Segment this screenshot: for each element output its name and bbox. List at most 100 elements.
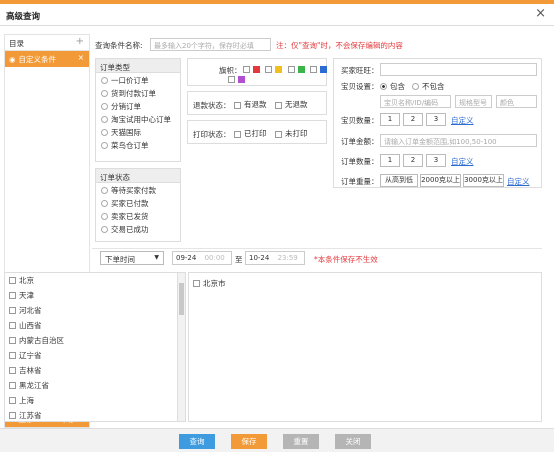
weight-button[interactable]: 3000克以上 bbox=[463, 174, 504, 187]
flag-checkbox[interactable] bbox=[228, 75, 235, 83]
green-flag-icon bbox=[297, 65, 305, 73]
weight-button[interactable]: 2000克以上 bbox=[420, 174, 461, 187]
order-type-group: 订单类型 一口价订单 货到付款订单 分销订单 淘宝试用中心订单 天猫国际 菜鸟仓… bbox=[95, 58, 181, 162]
refund-option[interactable]: 无退款 bbox=[275, 99, 308, 110]
weight-custom-link[interactable]: 自定义 bbox=[507, 176, 530, 187]
province-item[interactable]: 吉林省 bbox=[5, 363, 185, 378]
save-button[interactable]: 保存 bbox=[231, 434, 267, 449]
flags-group: 旗帜： bbox=[187, 58, 330, 86]
amount-input[interactable]: 请输入订单金额范围,如100,50-100 bbox=[380, 134, 537, 147]
province-item[interactable]: 北京 bbox=[5, 273, 185, 288]
print-option[interactable]: 未打印 bbox=[275, 128, 308, 139]
print-group: 打印状态： 已打印 未打印 bbox=[187, 120, 327, 144]
query-button[interactable]: 查询 bbox=[179, 434, 215, 449]
flag-checkbox[interactable] bbox=[265, 65, 273, 73]
order-type-option[interactable]: 天猫国际 bbox=[96, 126, 180, 139]
order-type-option[interactable]: 货到付款订单 bbox=[96, 87, 180, 100]
condition-note: 注：仅"查询"时，不会保存编辑的内容 bbox=[276, 41, 403, 50]
province-item[interactable]: 山西省 bbox=[5, 318, 185, 333]
order-status-group: 订单状态 等待买家付款 买家已付款 卖家已发货 交易已成功 bbox=[95, 168, 181, 242]
sidebar-title: 目录 bbox=[9, 39, 24, 48]
city-item[interactable]: 北京市 bbox=[189, 276, 541, 291]
add-icon[interactable]: + bbox=[76, 36, 84, 47]
order-type-option[interactable]: 分销订单 bbox=[96, 100, 180, 113]
province-item[interactable]: 天津 bbox=[5, 288, 185, 303]
buyer-input[interactable] bbox=[380, 63, 537, 76]
province-item[interactable]: 河北省 bbox=[5, 303, 185, 318]
time-from-input[interactable]: 09-24 00:00 bbox=[172, 251, 232, 265]
blue-flag-icon bbox=[320, 65, 328, 73]
province-item[interactable]: 上海 bbox=[5, 393, 185, 408]
scroll-thumb[interactable] bbox=[179, 283, 184, 315]
time-to-input[interactable]: 10-24 23:59 bbox=[245, 251, 305, 265]
flag-checkbox[interactable] bbox=[287, 65, 295, 73]
order-count-custom-link[interactable]: 自定义 bbox=[451, 156, 474, 167]
baby-label: 宝贝设置： bbox=[341, 82, 379, 91]
time-note: *本条件保存不生效 bbox=[314, 255, 378, 264]
condition-name-input[interactable]: 最多输入20个字符，保存时必填 bbox=[150, 38, 271, 51]
baby-count-button[interactable]: 3 bbox=[426, 113, 446, 126]
order-status-option[interactable]: 等待买家付款 bbox=[96, 184, 180, 197]
sidebar-header: 目录 + bbox=[5, 35, 89, 51]
buyer-label: 买家旺旺： bbox=[341, 66, 379, 75]
order-type-option[interactable]: 一口价订单 bbox=[96, 74, 180, 87]
red-flag-icon bbox=[253, 65, 260, 73]
order-count-button[interactable]: 3 bbox=[426, 154, 446, 167]
title-bar: 高级查询 × bbox=[0, 4, 554, 26]
sidebar-item-custom[interactable]: ◉ 自定义条件 × bbox=[5, 51, 89, 67]
weight-button[interactable]: 从高到低 bbox=[380, 174, 418, 187]
province-scrollbar[interactable] bbox=[177, 273, 185, 421]
detail-group: 买家旺旺： 宝贝设置： 包含 不包含 宝贝名称/ID/编码 规格型号 颜色 宝贝… bbox=[333, 58, 542, 188]
refund-label: 退款状态： bbox=[193, 101, 231, 110]
purple-flag-icon bbox=[238, 75, 245, 83]
flag-checkbox[interactable] bbox=[310, 65, 318, 73]
print-option[interactable]: 已打印 bbox=[234, 128, 267, 139]
order-type-header: 订单类型 bbox=[96, 59, 180, 73]
order-type-option[interactable]: 菜鸟仓订单 bbox=[96, 139, 180, 152]
sidebar-item-label: 自定义条件 bbox=[18, 55, 57, 64]
order-type-option[interactable]: 淘宝试用中心订单 bbox=[96, 113, 180, 126]
condition-name-label: 查询条件名称: bbox=[95, 41, 143, 50]
order-status-header: 订单状态 bbox=[96, 169, 180, 183]
amount-label: 订单金额： bbox=[341, 137, 379, 146]
baby-count-label: 宝贝数量： bbox=[341, 116, 379, 125]
reset-button[interactable]: 重置 bbox=[283, 434, 319, 449]
divider bbox=[92, 248, 542, 249]
time-type-value: 下单时间 bbox=[105, 255, 135, 264]
city-list: 北京市 bbox=[188, 272, 542, 422]
eye-icon: ◉ bbox=[9, 55, 16, 64]
baby-exclude-radio[interactable]: 不包含 bbox=[412, 81, 445, 92]
refund-group: 退款状态： 有退款 无退款 bbox=[187, 91, 327, 115]
order-count-button[interactable]: 2 bbox=[403, 154, 423, 167]
baby-name-input[interactable]: 宝贝名称/ID/编码 bbox=[380, 95, 451, 108]
province-item[interactable]: 黑龙江省 bbox=[5, 378, 185, 393]
close-button[interactable]: 关闭 bbox=[335, 434, 371, 449]
province-item[interactable]: 内蒙古自治区 bbox=[5, 333, 185, 348]
weight-label: 订单重量： bbox=[341, 177, 379, 186]
order-status-option[interactable]: 交易已成功 bbox=[96, 223, 180, 236]
province-item[interactable]: 辽宁省 bbox=[5, 348, 185, 363]
flag-options bbox=[243, 64, 330, 73]
window-title: 高级查询 bbox=[6, 12, 41, 22]
flag-checkbox[interactable] bbox=[243, 65, 250, 73]
baby-spec-input[interactable]: 规格型号 bbox=[455, 95, 492, 108]
baby-include-radio[interactable]: 包含 bbox=[380, 81, 405, 92]
close-icon[interactable]: × bbox=[535, 6, 546, 21]
time-to-label: 至 bbox=[235, 255, 243, 264]
print-label: 打印状态： bbox=[193, 130, 231, 139]
refund-option[interactable]: 有退款 bbox=[234, 99, 267, 110]
baby-color-input[interactable]: 颜色 bbox=[496, 95, 537, 108]
order-status-option[interactable]: 卖家已发货 bbox=[96, 210, 180, 223]
order-status-option[interactable]: 买家已付款 bbox=[96, 197, 180, 210]
order-count-label: 订单数量： bbox=[341, 157, 379, 166]
chevron-down-icon: ▼ bbox=[154, 254, 159, 261]
order-count-button[interactable]: 1 bbox=[380, 154, 400, 167]
remove-icon[interactable]: × bbox=[78, 53, 84, 62]
yellow-flag-icon bbox=[275, 65, 283, 73]
baby-count-custom-link[interactable]: 自定义 bbox=[451, 115, 474, 126]
footer-bar: 查询 保存 重置 关闭 bbox=[0, 428, 554, 452]
province-item[interactable]: 江苏省 bbox=[5, 408, 185, 421]
baby-count-button[interactable]: 2 bbox=[403, 113, 423, 126]
time-type-select[interactable]: 下单时间 ▼ bbox=[100, 251, 164, 265]
baby-count-button[interactable]: 1 bbox=[380, 113, 400, 126]
